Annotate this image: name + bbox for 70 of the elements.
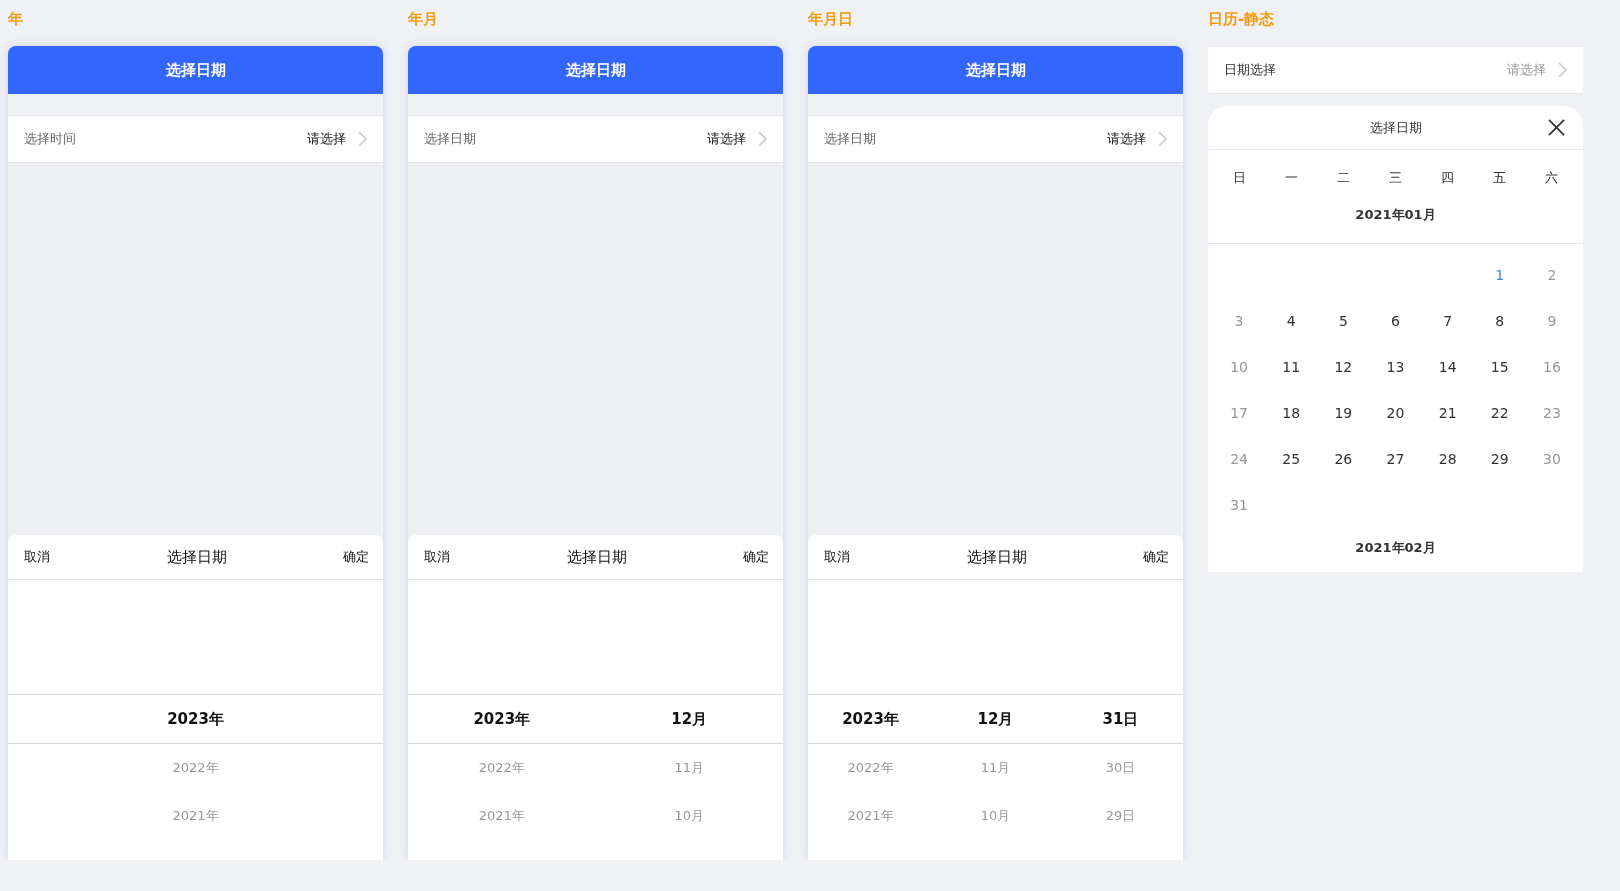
calendar-day[interactable]: 29 [1473, 451, 1526, 467]
page-header: 选择日期 [808, 46, 1183, 94]
picker-option[interactable]: 12月 [933, 709, 1058, 729]
weekday-label: 四 [1440, 169, 1456, 187]
picker-title: 选择日期 [566, 547, 627, 567]
chevron-right-icon [758, 131, 767, 147]
picker-option[interactable]: 2023年 [408, 709, 596, 729]
confirm-button[interactable]: 确定 [1143, 548, 1169, 566]
field-label: 选择时间 [24, 130, 76, 148]
calendar-day[interactable]: 6 [1369, 313, 1422, 329]
calendar-day[interactable]: 4 [1265, 313, 1318, 329]
confirm-button[interactable]: 确定 [343, 548, 369, 566]
picker-title: 选择日期 [166, 547, 227, 567]
calendar-day[interactable]: 7 [1421, 313, 1474, 329]
chevron-right-icon [1158, 131, 1167, 147]
calendar-day[interactable]: 25 [1265, 451, 1318, 467]
calendar-day[interactable]: 21 [1421, 405, 1474, 421]
calendar-day[interactable]: 1 [1473, 267, 1526, 283]
calendar-day[interactable]: 14 [1421, 359, 1474, 375]
weekday-label: 日 [1231, 169, 1247, 187]
month-label: 2021年01月 [1208, 206, 1583, 244]
weekday-label: 二 [1335, 169, 1351, 187]
confirm-button[interactable]: 确定 [743, 548, 769, 566]
calendar-day[interactable]: 5 [1317, 313, 1370, 329]
chevron-right-icon [358, 131, 367, 147]
picker-option[interactable]: 12月 [595, 709, 783, 729]
weekday-label: 三 [1388, 169, 1403, 187]
month-label: 2021年02月 [1354, 539, 1437, 557]
calendar-day[interactable]: 18 [1265, 405, 1318, 421]
chevron-right-icon [1558, 62, 1567, 78]
field-value: 请选择 [707, 130, 746, 148]
field-value: 请选择 [1107, 130, 1146, 148]
weekday-label: 五 [1492, 169, 1508, 187]
page-header: 选择日期 [8, 46, 383, 94]
picker-option[interactable]: 2023年 [808, 709, 933, 729]
picker-option[interactable]: 2023年 [8, 709, 383, 729]
page-header: 选择日期 [408, 46, 783, 94]
field-value: 请选择 [307, 130, 346, 148]
picker-title: 选择日期 [966, 547, 1027, 567]
field-label: 选择日期 [824, 130, 876, 148]
demo-title: 年月日 [808, 9, 854, 30]
date-select-field[interactable]: 选择日期 请选择 [808, 115, 1183, 163]
cancel-button[interactable]: 取消 [424, 548, 450, 566]
calendar-day[interactable]: 13 [1369, 359, 1422, 375]
date-select-field[interactable]: 选择日期 请选择 [408, 115, 783, 163]
demo-title: 年月 [408, 9, 439, 30]
field-value: 请选择 [1507, 61, 1546, 79]
weekday-label: 六 [1544, 169, 1560, 187]
date-select-field[interactable]: 选择时间 请选择 [8, 115, 383, 163]
calendar-day[interactable]: 26 [1317, 451, 1370, 467]
field-label: 选择日期 [424, 130, 476, 148]
field-label: 日期选择 [1224, 61, 1276, 79]
cancel-button[interactable]: 取消 [824, 548, 850, 566]
calendar-day[interactable]: 27 [1369, 451, 1422, 467]
date-select-field[interactable]: 日期选择 请选择 [1208, 46, 1583, 94]
demo-title: 日历-静态 [1208, 9, 1276, 30]
calendar-day[interactable]: 19 [1317, 405, 1370, 421]
calendar-day[interactable]: 28 [1421, 451, 1474, 467]
picker-option[interactable]: 31日 [1058, 709, 1183, 729]
calendar-day[interactable]: 22 [1473, 405, 1526, 421]
cancel-button[interactable]: 取消 [24, 548, 50, 566]
calendar-day[interactable]: 8 [1473, 313, 1526, 329]
weekday-label: 一 [1283, 169, 1299, 187]
close-icon[interactable] [1548, 119, 1565, 136]
calendar-day[interactable]: 12 [1317, 359, 1370, 375]
calendar-day[interactable]: 11 [1265, 359, 1318, 375]
calendar-title: 选择日期 [1369, 118, 1422, 137]
demo-title: 年 [8, 9, 24, 30]
calendar-day[interactable]: 15 [1473, 359, 1526, 375]
calendar-day[interactable]: 20 [1369, 405, 1422, 421]
